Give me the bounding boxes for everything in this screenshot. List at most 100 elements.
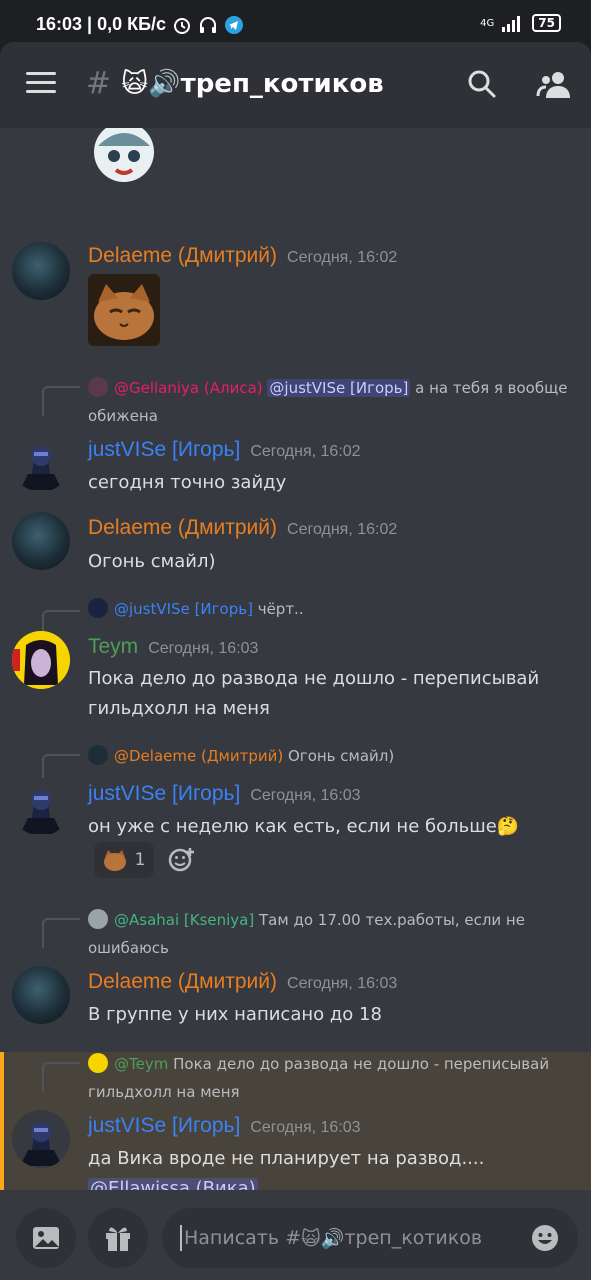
menu-icon-bar — [26, 72, 56, 75]
message-author[interactable]: Teym Сегодня, 16:03 — [88, 635, 258, 659]
menu-button[interactable] — [26, 72, 56, 96]
menu-icon-bar — [26, 81, 56, 84]
avatar[interactable] — [12, 242, 70, 300]
message-text: да Вика вроде не планирует на развод....… — [88, 1144, 578, 1190]
avatar[interactable] — [12, 778, 70, 836]
channel-name: треп_котиков — [180, 68, 384, 99]
message-author[interactable]: justVISe [Игорь] Сегодня, 16:02 — [88, 438, 361, 462]
reply-mention[interactable]: @justVISe [Игорь] — [267, 379, 411, 397]
input-placeholder: Написать # — [184, 1227, 302, 1249]
reply-preview[interactable]: @justVISe [Игорь] чёрт.. — [88, 595, 583, 623]
reply-avatar — [88, 745, 108, 765]
cat-reaction-icon — [103, 850, 126, 871]
avatar[interactable] — [12, 434, 70, 492]
user-mention[interactable]: @Ellawissa (Вика) — [88, 1178, 258, 1190]
message-author[interactable]: Delaeme (Дмитрий) Сегодня, 16:02 — [88, 244, 397, 268]
reply-connector — [42, 1062, 80, 1092]
avatar[interactable] — [12, 631, 70, 689]
channel-title[interactable]: # 🙀🔊 треп_котиков — [86, 66, 384, 101]
discord-app: # 🙀🔊 треп_котиков Delaeme (Дмитрий) Сегод… — [0, 42, 591, 1280]
author-name[interactable]: Delaeme (Дмитрий) — [88, 970, 277, 993]
message-author[interactable]: Delaeme (Дмитрий) Сегодня, 16:02 — [88, 516, 397, 540]
author-name[interactable]: justVISe [Игорь] — [88, 782, 240, 805]
reply-text: чёрт.. — [257, 600, 304, 618]
avatar[interactable] — [12, 966, 70, 1024]
members-icon[interactable] — [536, 68, 572, 100]
sticker-image[interactable] — [88, 128, 160, 188]
add-reaction-icon[interactable] — [168, 846, 196, 874]
gift-icon — [106, 1227, 130, 1251]
reply-preview[interactable]: @Delaeme (Дмитрий) Огонь смайл) — [88, 742, 583, 770]
message-text: сегодня точно зайду — [88, 472, 287, 493]
attach-image-button[interactable] — [16, 1208, 76, 1268]
battery-indicator: 75 — [532, 14, 561, 32]
network-label: 4G — [480, 17, 495, 29]
reply-author[interactable]: @Teym — [114, 1055, 168, 1073]
avatar-image — [12, 631, 70, 689]
author-name[interactable]: justVISe [Игорь] — [88, 438, 240, 461]
reply-connector — [42, 918, 80, 948]
status-left: 16:03 | 0,0 КБ/с — [36, 14, 244, 35]
message-author[interactable]: justVISe [Игорь] Сегодня, 16:03 — [88, 1114, 361, 1138]
message-time: Сегодня, 16:02 — [287, 249, 398, 266]
alarm-icon — [174, 17, 191, 34]
reply-preview[interactable]: @Gellaniya (Алиса) @justVISe [Игорь] а н… — [88, 374, 583, 430]
message-list[interactable]: Delaeme (Дмитрий) Сегодня, 16:02 @Gellani… — [0, 128, 591, 1190]
headphones-icon — [200, 16, 217, 33]
message-time: Сегодня, 16:03 — [250, 787, 361, 804]
status-right: 4G 75 — [480, 14, 561, 32]
avatar[interactable] — [12, 512, 70, 570]
reply-text: Огонь смайл) — [288, 747, 395, 765]
status-time: 16:03 | 0,0 КБ/с — [36, 14, 167, 34]
menu-icon-bar — [26, 90, 56, 93]
message-time: Сегодня, 16:03 — [250, 1119, 361, 1136]
message-time: Сегодня, 16:03 — [148, 640, 259, 657]
avatar-image — [20, 446, 62, 490]
message-text-content: да Вика вроде не планирует на развод.... — [88, 1148, 485, 1169]
avatar-image — [20, 1122, 62, 1166]
image-icon — [33, 1227, 59, 1249]
emoji-icon[interactable] — [530, 1223, 560, 1253]
message-text: В группе у них написано до 18 — [88, 1004, 382, 1025]
message-time: Сегодня, 16:02 — [250, 443, 361, 460]
channel-header: # 🙀🔊 треп_котиков — [0, 42, 591, 128]
reply-preview[interactable]: @Asahai [Kseniya] Там до 17.00 тех.работ… — [88, 906, 583, 962]
message-composer: Написать # 🙀🔊 треп_котиков — [0, 1190, 591, 1280]
reply-author[interactable]: @Gellaniya (Алиса) — [114, 379, 263, 397]
message-text: Огонь смайл) — [88, 551, 216, 572]
message-text: Пока дело до развода не дошло - переписы… — [88, 668, 540, 719]
telegram-icon — [225, 15, 244, 34]
reply-connector — [42, 386, 80, 416]
reply-author[interactable]: @Asahai [Kseniya] — [114, 911, 254, 929]
text-caret — [180, 1225, 182, 1251]
signal-icon — [502, 16, 521, 32]
input-placeholder-channel: треп_котиков — [344, 1227, 483, 1249]
message-input[interactable]: Написать # 🙀🔊 треп_котиков — [162, 1208, 578, 1268]
input-placeholder-emoji: 🙀🔊 — [301, 1227, 345, 1250]
reply-avatar — [88, 1053, 108, 1073]
reply-avatar — [88, 909, 108, 929]
author-name[interactable]: Delaeme (Дмитрий) — [88, 516, 277, 539]
message-author[interactable]: justVISe [Игорь] Сегодня, 16:03 — [88, 782, 361, 806]
reply-preview[interactable]: @Teym Пока дело до развода не дошло - пе… — [88, 1050, 583, 1106]
search-icon[interactable] — [466, 68, 498, 100]
reply-avatar — [88, 377, 108, 397]
message-text: он уже с неделю как есть, если не больше… — [88, 816, 520, 837]
reaction-count: 1 — [134, 850, 146, 870]
message-author[interactable]: Delaeme (Дмитрий) Сегодня, 16:03 — [88, 970, 397, 994]
reply-avatar — [88, 598, 108, 618]
avatar-image — [20, 790, 62, 834]
gift-button[interactable] — [88, 1208, 148, 1268]
author-name[interactable]: Delaeme (Дмитрий) — [88, 244, 277, 267]
author-name[interactable]: Teym — [88, 635, 138, 658]
reaction-chip[interactable]: 1 — [94, 842, 154, 878]
message-mention-highlight: @Teym Пока дело до развода не дошло - пе… — [0, 1052, 591, 1190]
reply-author[interactable]: @justVISe [Игорь] — [114, 600, 253, 618]
cat-emoji-image[interactable] — [88, 274, 160, 346]
author-name[interactable]: justVISe [Игорь] — [88, 1114, 240, 1137]
avatar[interactable] — [12, 1110, 70, 1168]
message-time: Сегодня, 16:02 — [287, 521, 398, 538]
reply-author[interactable]: @Delaeme (Дмитрий) — [114, 747, 283, 765]
hash-icon: # — [86, 66, 112, 101]
channel-emoji: 🙀🔊 — [121, 68, 181, 99]
